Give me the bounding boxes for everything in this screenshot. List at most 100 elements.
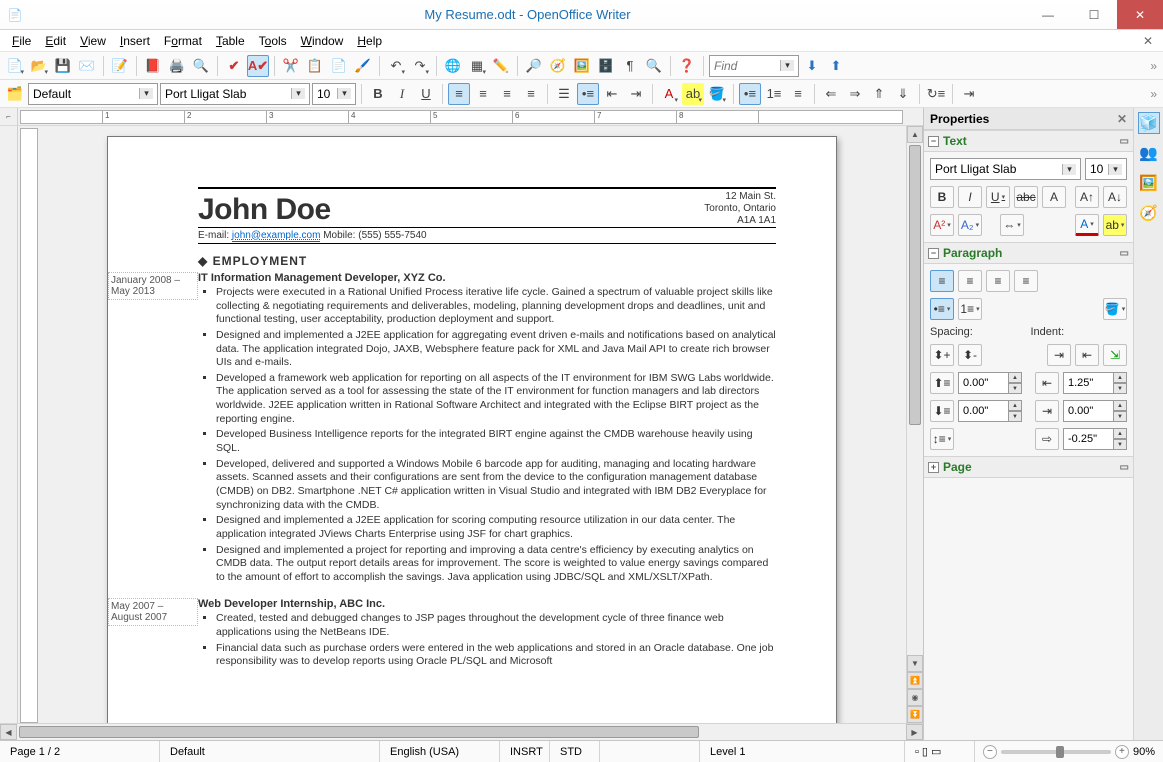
panel-align-justify[interactable]: ≡: [1014, 270, 1038, 292]
panel-bold-button[interactable]: B: [930, 186, 954, 208]
hyperlink-button[interactable]: 🌐: [442, 55, 464, 77]
outline-bullets-button[interactable]: •≡: [739, 83, 761, 105]
bullet-list-button[interactable]: •≡: [577, 83, 599, 105]
save-button[interactable]: 💾: [52, 55, 74, 77]
scroll-right-button[interactable]: ▶: [906, 724, 923, 740]
sidebar-styles-icon[interactable]: 👥: [1138, 142, 1160, 164]
menu-view[interactable]: View: [74, 32, 112, 50]
panel-sub-button[interactable]: A₂: [958, 214, 982, 236]
fmtbar-overflow-icon[interactable]: »: [1148, 87, 1159, 101]
resume-contact[interactable]: E-mail: john@example.com Mobile: (555) 5…: [198, 230, 776, 244]
job-1[interactable]: January 2008 – May 2013 IT Information M…: [198, 272, 776, 586]
panel-super-button[interactable]: A²: [930, 214, 954, 236]
job-2-bullets[interactable]: Created, tested and debugged changes to …: [198, 612, 776, 669]
properties-close-icon[interactable]: ✕: [1117, 112, 1127, 126]
styles-window-button[interactable]: 🗂️: [4, 83, 26, 105]
cut-button[interactable]: ✂️: [280, 55, 302, 77]
collapse-icon[interactable]: −: [928, 136, 939, 147]
more-options-icon[interactable]: ▭: [1120, 136, 1129, 147]
menu-help[interactable]: Help: [351, 32, 388, 50]
maximize-button[interactable]: ☐: [1071, 0, 1117, 29]
resume-name[interactable]: John Doe: [198, 193, 331, 227]
bold-button[interactable]: B: [367, 83, 389, 105]
panel-shrink-font-button[interactable]: A↓: [1103, 186, 1127, 208]
underline-button[interactable]: U: [415, 83, 437, 105]
zoom-in-button[interactable]: +: [1115, 745, 1129, 759]
panel-align-right[interactable]: ≡: [986, 270, 1010, 292]
section-employment[interactable]: EMPLOYMENT: [198, 254, 776, 268]
help-button[interactable]: ❓: [676, 55, 698, 77]
job-2[interactable]: May 2007 – August 2007 Web Developer Int…: [198, 598, 776, 671]
zoom-slider[interactable]: [1001, 750, 1111, 754]
zoom-button[interactable]: 🔍: [643, 55, 665, 77]
zoom-control[interactable]: − + 90%: [975, 745, 1163, 759]
horizontal-scrollbar[interactable]: ◀ ▶: [0, 723, 923, 740]
paragraph-style-combo[interactable]: Default▾: [28, 83, 158, 105]
find-prev-button[interactable]: ⬆: [825, 55, 847, 77]
left-indent-input[interactable]: ▲▼: [1063, 372, 1127, 394]
increase-indent-panel[interactable]: ⇥: [1047, 344, 1071, 366]
decrease-indent-panel[interactable]: ⇤: [1075, 344, 1099, 366]
print-button[interactable]: 🖨️: [166, 55, 188, 77]
italic-button[interactable]: I: [391, 83, 413, 105]
toolbar-overflow-icon[interactable]: »: [1148, 59, 1159, 73]
panel-italic-button[interactable]: I: [958, 186, 982, 208]
undo-button[interactable]: ↶: [385, 55, 407, 77]
status-page[interactable]: Page 1 / 2: [0, 741, 160, 762]
copy-button[interactable]: 📋: [304, 55, 326, 77]
find-input[interactable]: [714, 59, 774, 73]
menu-format[interactable]: Format: [158, 32, 208, 50]
panel-fontcolor-button[interactable]: A: [1075, 214, 1099, 236]
first-line-indent-input[interactable]: ▲▼: [1063, 428, 1127, 450]
find-replace-button[interactable]: 🔎: [523, 55, 545, 77]
decrease-spacing-button[interactable]: ⬍-: [958, 344, 982, 366]
nav-object-button[interactable]: ◉: [907, 689, 923, 706]
panel-size-combo[interactable]: 10▾: [1085, 158, 1127, 180]
align-right-button[interactable]: ≡: [496, 83, 518, 105]
print-preview-button[interactable]: 🔍: [190, 55, 212, 77]
collapse-icon[interactable]: −: [928, 248, 939, 259]
status-insert[interactable]: INSRT: [500, 741, 550, 762]
job-1-dates[interactable]: January 2008 – May 2013: [108, 272, 198, 300]
autospellcheck-button[interactable]: A✔: [247, 55, 269, 77]
line-spacing-button[interactable]: ↕≡: [930, 428, 954, 450]
menu-file[interactable]: File: [6, 32, 37, 50]
panel-highlight-button[interactable]: ab: [1103, 214, 1127, 236]
paste-button[interactable]: 📄: [328, 55, 350, 77]
vertical-scrollbar[interactable]: ▲ ▼ ⏫ ◉ ⏬: [906, 126, 923, 723]
panel-numbering-button[interactable]: 1≡: [958, 298, 982, 320]
menu-insert[interactable]: Insert: [114, 32, 156, 50]
panel-shadow-button[interactable]: A: [1042, 186, 1066, 208]
job-1-bullets[interactable]: Projects were executed in a Rational Uni…: [198, 286, 776, 584]
job-2-dates[interactable]: May 2007 – August 2007: [108, 598, 198, 626]
outline-numbers-button[interactable]: 1≡: [763, 83, 785, 105]
panel-underline-button[interactable]: U: [986, 186, 1010, 208]
panel-bullets-button[interactable]: •≡: [930, 298, 954, 320]
panel-font-combo[interactable]: Port Lligat Slab▾: [930, 158, 1081, 180]
view-layout-buttons[interactable]: ▫ ▯ ▭: [905, 741, 975, 762]
spellcheck-button[interactable]: ✔: [223, 55, 245, 77]
section-text-header[interactable]: − Text ▭: [924, 130, 1133, 152]
show-draw-button[interactable]: ✏️: [490, 55, 512, 77]
nonprinting-button[interactable]: ¶: [619, 55, 641, 77]
document-close-icon[interactable]: ✕: [1139, 34, 1157, 48]
decrease-indent-button[interactable]: ⇤: [601, 83, 623, 105]
status-language[interactable]: English (USA): [380, 741, 500, 762]
scroll-up-button[interactable]: ▲: [907, 126, 923, 143]
expand-icon[interactable]: +: [928, 462, 939, 473]
font-color-button[interactable]: A: [658, 83, 680, 105]
find-next-button[interactable]: ⬇: [801, 55, 823, 77]
font-size-combo[interactable]: 10▾: [312, 83, 356, 105]
scroll-down-button[interactable]: ▼: [907, 655, 923, 672]
status-outline[interactable]: Level 1: [700, 741, 905, 762]
panel-bgcolor-button[interactable]: 🪣: [1103, 298, 1127, 320]
hscroll-thumb[interactable]: [19, 726, 699, 738]
redo-button[interactable]: ↷: [409, 55, 431, 77]
job-2-title[interactable]: Web Developer Internship, ABC Inc.: [198, 598, 776, 610]
gallery-button[interactable]: 🖼️: [571, 55, 593, 77]
panel-grow-font-button[interactable]: A↑: [1075, 186, 1099, 208]
scroll-left-button[interactable]: ◀: [0, 724, 17, 740]
minimize-button[interactable]: —: [1025, 0, 1071, 29]
right-indent-input[interactable]: ▲▼: [1063, 400, 1127, 422]
panel-align-center[interactable]: ≡: [958, 270, 982, 292]
